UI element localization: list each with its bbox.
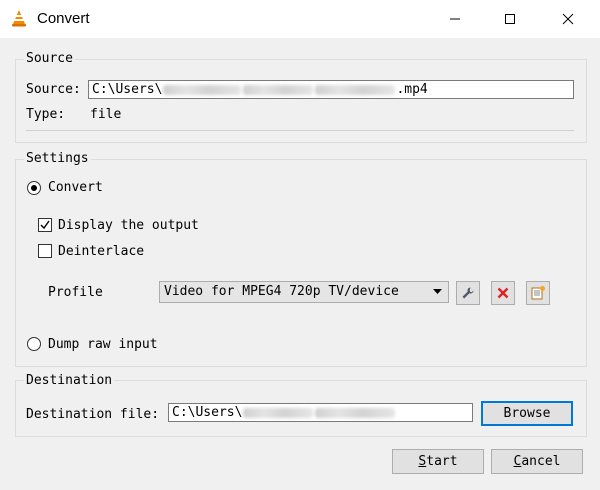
source-path-suffix: .mp4 [396,82,428,97]
title-bar[interactable]: Convert [0,0,600,38]
browse-button[interactable]: Browse [481,401,573,426]
cancel-button-label: Cancel [513,454,561,469]
settings-group-title: Settings [24,151,91,166]
profile-select-value: Video for MPEG4 720p TV/device [164,284,399,299]
new-profile-icon [531,286,545,300]
destination-group-title: Destination [24,373,115,388]
destination-file-label: Destination file: [26,407,160,422]
dump-raw-label[interactable]: Dump raw input [48,337,158,352]
redacted-text [243,407,314,418]
delete-profile-button[interactable] [491,281,515,305]
redacted-text [315,84,396,95]
display-output-checkbox[interactable] [38,218,52,232]
source-path-field[interactable]: C:\Users\ .mp4 [88,80,574,99]
close-button[interactable] [545,0,591,38]
divider [26,130,574,131]
minimize-button[interactable] [432,0,478,38]
profile-select[interactable]: Video for MPEG4 720p TV/device [159,281,449,303]
profile-label: Profile [48,285,103,300]
window-title: Convert [37,10,90,27]
close-icon [562,13,574,25]
edit-profile-button[interactable] [456,281,480,305]
redacted-text [315,407,396,418]
source-path-prefix: C:\Users\ [92,82,163,97]
maximize-icon [505,14,515,24]
destination-path-field[interactable]: C:\Users\ [168,403,473,422]
type-label: Type: [26,107,66,122]
new-profile-button[interactable] [526,281,550,305]
checkmark-icon [40,220,50,230]
minimize-icon [450,18,460,20]
maximize-button[interactable] [487,0,533,38]
cancel-button[interactable]: Cancel [491,449,583,474]
convert-radio[interactable] [27,181,41,195]
vlc-cone-icon [10,9,28,27]
destination-path-prefix: C:\Users\ [172,405,243,420]
delete-icon [497,287,509,299]
dump-raw-radio[interactable] [27,337,41,351]
start-button-label: Start [418,454,458,469]
display-output-label[interactable]: Display the output [58,218,199,233]
wrench-icon [462,287,474,299]
start-button[interactable]: Start [392,449,484,474]
source-label: Source: [26,82,81,97]
redacted-text [163,84,242,95]
chevron-down-icon [433,289,442,294]
redacted-text [243,84,314,95]
convert-radio-label[interactable]: Convert [48,180,103,195]
source-group-title: Source [24,51,75,66]
browse-button-label: Browse [503,406,551,421]
type-value: file [90,107,122,122]
deinterlace-checkbox[interactable] [38,244,52,258]
deinterlace-label[interactable]: Deinterlace [58,244,144,259]
